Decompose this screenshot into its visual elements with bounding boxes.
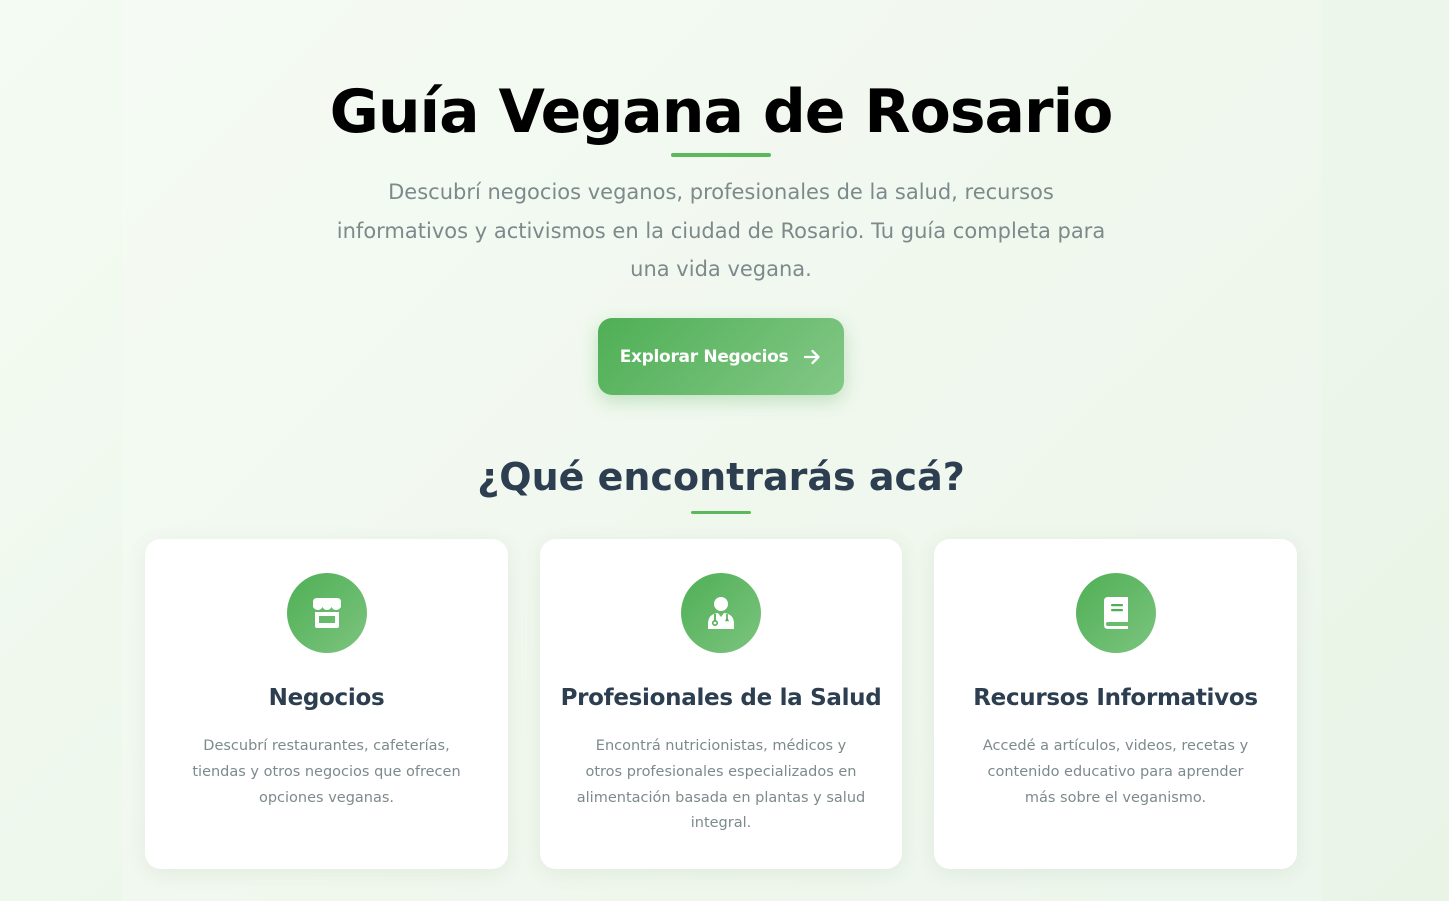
features-title: ¿Qué encontrarás acá? bbox=[477, 455, 965, 499]
card-title-health-professionals: Profesionales de la Salud bbox=[560, 685, 882, 711]
explore-businesses-label: Explorar Negocios bbox=[619, 346, 789, 367]
hero-description: Descubrí negocios veganos, profesionales… bbox=[336, 180, 1106, 281]
feature-card-health-professionals[interactable]: Profesionales de la Salud Encontrá nutri… bbox=[540, 539, 902, 869]
explore-businesses-button[interactable]: Explorar Negocios bbox=[598, 318, 844, 395]
book-icon bbox=[1075, 573, 1156, 653]
doctor-icon bbox=[681, 573, 761, 653]
store-icon bbox=[286, 573, 367, 653]
arrow-right-icon bbox=[804, 349, 820, 364]
hero-title: Guía Vegana de Rosario bbox=[329, 77, 1114, 147]
card-title-businesses: Negocios bbox=[268, 685, 385, 711]
feature-card-resources[interactable]: Recursos Informativos Accedé a artículos… bbox=[934, 539, 1297, 869]
feature-card-businesses[interactable]: Negocios Descubrí restaurantes, cafeterí… bbox=[145, 539, 508, 869]
card-title-resources: Recursos Informativos bbox=[973, 685, 1258, 711]
card-description-health-professionals: Encontrá nutricionistas, médicos y otros… bbox=[576, 738, 866, 832]
hero-title-underline bbox=[671, 153, 771, 157]
card-description-businesses: Descubrí restaurantes, cafeterías, tiend… bbox=[192, 738, 461, 806]
card-description-resources: Accedé a artículos, videos, recetas y co… bbox=[982, 738, 1249, 806]
features-title-underline bbox=[691, 511, 751, 514]
